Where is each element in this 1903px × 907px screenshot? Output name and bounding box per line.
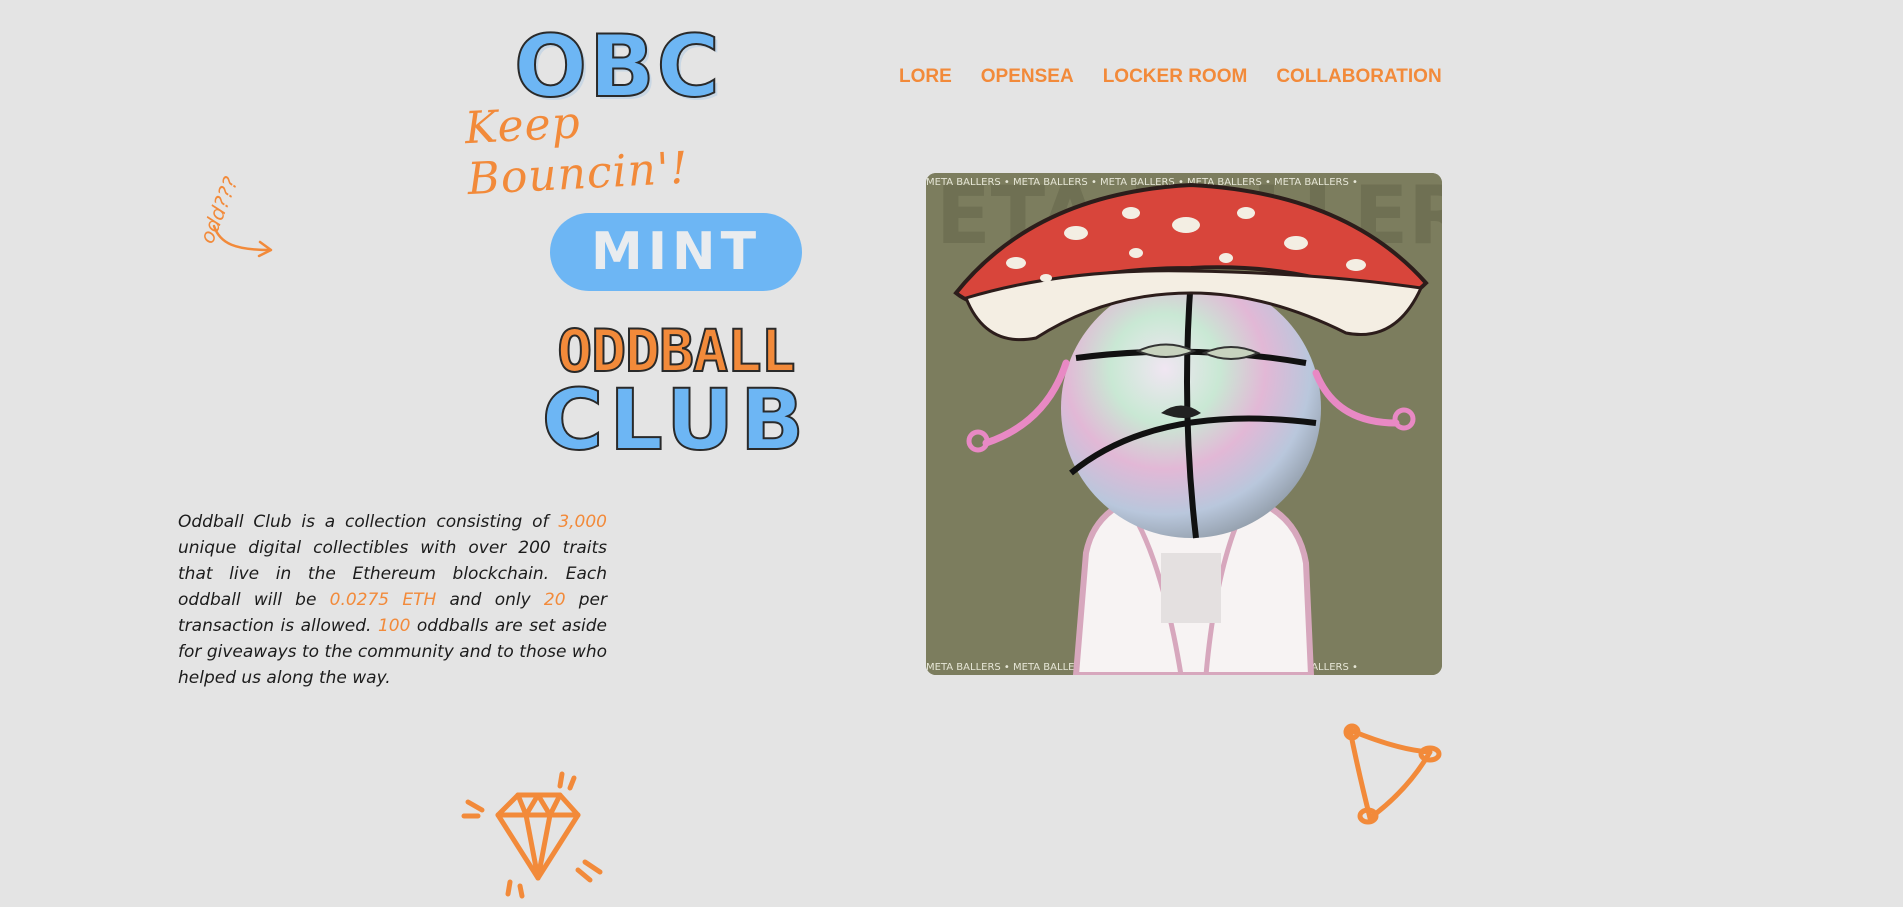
obc-logo[interactable]: OBC Keep Bouncin'! — [462, 23, 742, 205]
desc-text-3: and only — [436, 590, 544, 610]
odd-doodle: odd??? — [176, 173, 276, 270]
nav-locker-room[interactable]: LOCKER ROOM — [1103, 66, 1248, 88]
desc-supply: 3,000 — [558, 512, 607, 532]
nav-opensea[interactable]: OPENSEA — [981, 66, 1074, 88]
nft-preview-image: ETA BALLER META BALLERS • META BALLERS •… — [926, 173, 1442, 675]
desc-text-1: Oddball Club is a collection consisting … — [178, 512, 559, 532]
main-nav: LORE OPENSEA LOCKER ROOM COLLABORATION — [899, 66, 1442, 88]
logo-tagline: Keep Bouncin'! — [463, 97, 690, 206]
nav-collaboration[interactable]: COLLABORATION — [1276, 66, 1441, 88]
collection-description: Oddball Club is a collection consisting … — [178, 509, 607, 691]
desc-giveaway: 100 — [377, 616, 411, 636]
oddball-club-logo: ODDBALL CLUB — [540, 321, 812, 469]
desc-price: 0.0275 ETH — [329, 590, 437, 610]
club-logo-line2: CLUB — [541, 371, 811, 469]
desc-per-tx: 20 — [543, 590, 566, 610]
nav-lore[interactable]: LORE — [899, 66, 952, 88]
mint-button[interactable]: MINT — [550, 213, 802, 291]
arrow-doodle-icon — [212, 224, 273, 258]
nft-banner-top: META BALLERS • META BALLERS • META BALLE… — [926, 177, 1358, 188]
megaphone-icon — [1343, 723, 1442, 825]
diamond-icon — [461, 771, 603, 899]
